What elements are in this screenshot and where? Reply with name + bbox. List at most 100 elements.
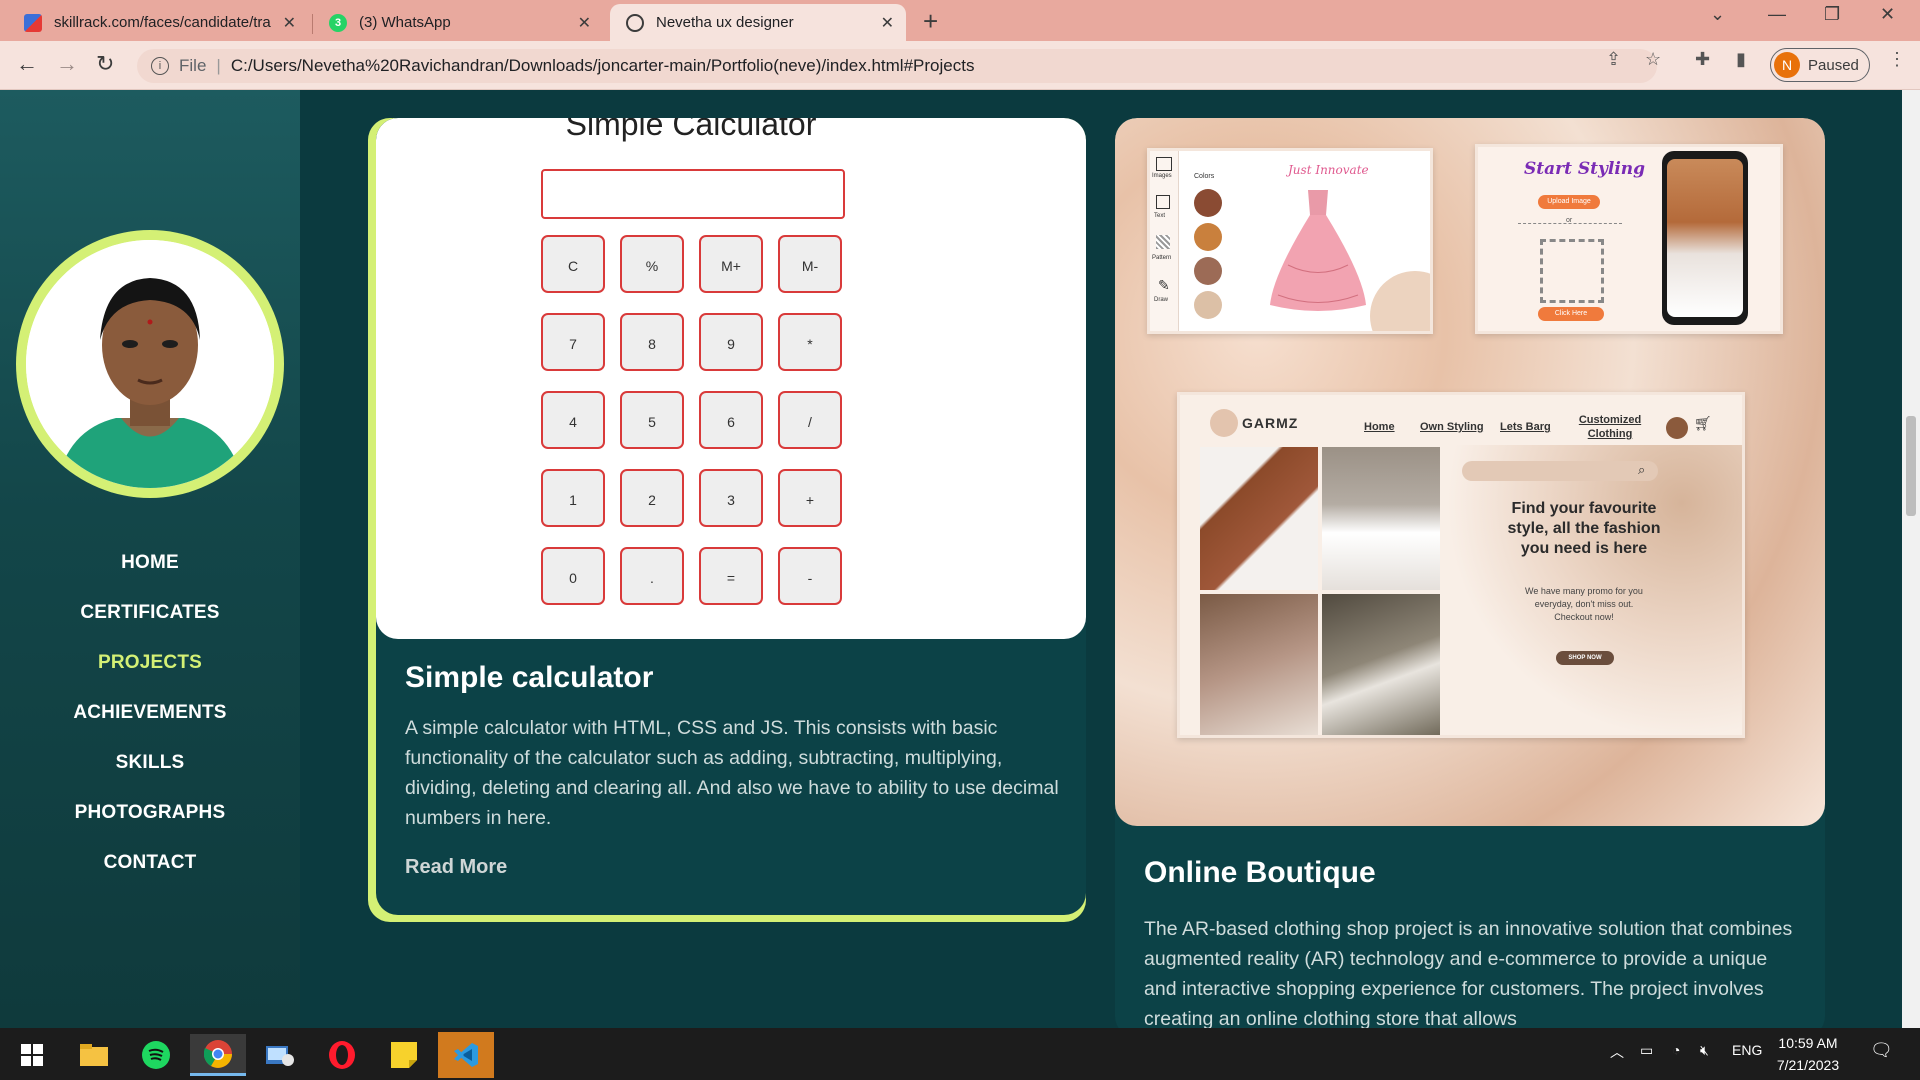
scrollbar-thumb[interactable] (1906, 416, 1916, 516)
nav-photographs[interactable]: PHOTOGRAPHS (0, 800, 300, 850)
sidebar: HOME CERTIFICATES PROJECTS ACHIEVEMENTS … (0, 90, 300, 1028)
styling-or: or (1566, 217, 1573, 224)
boutique-preview-image: Images Text Pattern ✎ Draw Colors Just I… (1115, 118, 1825, 826)
language-indicator[interactable]: ENG (1732, 1042, 1762, 1058)
restore-icon[interactable]: ❐ (1824, 4, 1840, 25)
portrait-illustration (26, 240, 274, 488)
vscode-icon[interactable] (438, 1032, 494, 1078)
project-description: A simple calculator with HTML, CSS and J… (405, 717, 1059, 829)
url-divider: | (216, 56, 221, 75)
new-tab-button[interactable]: + (923, 6, 938, 37)
show-hidden-icons-chevron-icon[interactable]: ︿ (1610, 1042, 1624, 1062)
wifi-icon[interactable]: ◔ (1672, 1042, 1680, 1058)
calculator-key: M+ (699, 235, 763, 293)
site-cart-icon: 🛒︎ (1694, 415, 1712, 431)
address-bar[interactable]: i File | C:/Users/Nevetha%20Ravichandran… (137, 49, 1657, 83)
calculator-key: 7 (541, 313, 605, 371)
read-more-link[interactable]: Read More (405, 856, 507, 879)
project-card-body: Simple Calculator C% M+ M- 7 8 9 * 4 5 6 / 1 2 3 +0. = -… (376, 118, 1086, 915)
browser-toolbar: ← → ↻ i File | C:/Users/Nevetha%20Ravich… (0, 41, 1920, 90)
tab-search-chevron-icon[interactable]: ⌄ (1710, 4, 1725, 25)
nav-certificates[interactable]: CERTIFICATES (0, 600, 300, 650)
nav-skills[interactable]: SKILLS (0, 750, 300, 800)
tab-skillrack[interactable]: skillrack.com/faces/candidate/tra ✕ (8, 4, 308, 41)
url-text[interactable]: C:/Users/Nevetha%20Ravichandran/Download… (231, 56, 975, 76)
calculator-key: % (620, 235, 684, 293)
site-headline: Find your favourite style, all the fashi… (1507, 500, 1661, 557)
site-nav-item: Own Styling (1420, 421, 1484, 433)
back-arrow-icon[interactable]: ← (16, 51, 38, 77)
url-scheme-label: File (179, 56, 207, 75)
dress-illustration (1270, 190, 1366, 311)
site-shop-now-button: SHOP NOW (1556, 651, 1614, 665)
nav-projects[interactable]: PROJECTS (0, 650, 300, 700)
nav-achievements[interactable]: ACHIEVEMENTS (0, 700, 300, 750)
calculator-key: 5 (620, 391, 684, 449)
spotify-icon[interactable] (128, 1034, 184, 1076)
clock-time: 10:59 AM (1778, 1035, 1838, 1051)
system-clock[interactable]: 10:59 AM 7/21/2023 (1760, 1032, 1856, 1076)
page-scrollbar[interactable] (1902, 90, 1920, 1028)
profile-photo-ring (16, 230, 284, 498)
browser-tab-strip: skillrack.com/faces/candidate/tra ✕ 3 (3… (0, 0, 1920, 41)
calculator-key: 4 (541, 391, 605, 449)
globe-icon (626, 13, 644, 32)
nav-contact[interactable]: CONTACT (0, 850, 300, 900)
chrome-icon[interactable] (190, 1034, 246, 1076)
project-title: Online Boutique (1144, 856, 1376, 889)
close-tab-icon[interactable]: ✕ (283, 13, 296, 33)
nav-home[interactable]: HOME (0, 550, 300, 600)
calculator-key: + (778, 469, 842, 527)
close-window-icon[interactable]: ✕ (1880, 4, 1895, 25)
site-info-icon[interactable]: i (151, 57, 169, 75)
tab-whatsapp[interactable]: 3 (3) WhatsApp ✕ (313, 4, 603, 41)
share-icon[interactable]: ⇪ (1606, 49, 1621, 70)
file-explorer-icon[interactable] (66, 1034, 122, 1076)
tab-nevetha[interactable]: Nevetha ux designer ✕ (610, 4, 906, 41)
main-nav: HOME CERTIFICATES PROJECTS ACHIEVEMENTS … (0, 550, 300, 900)
site-search-icon: ⌕ (1638, 462, 1646, 477)
profile-status: Paused (1808, 56, 1859, 74)
calculator-display (541, 169, 845, 219)
close-tab-icon[interactable]: ✕ (578, 13, 591, 33)
volume-muted-icon[interactable]: 🔇︎ (1700, 1042, 1709, 1059)
sticky-notes-icon[interactable] (376, 1034, 432, 1076)
extensions-icon[interactable]: ✚ (1695, 49, 1710, 70)
tab-title: skillrack.com/faces/candidate/tra (54, 14, 271, 31)
calculator-key: - (778, 547, 842, 605)
bookmark-star-icon[interactable]: ☆ (1645, 49, 1661, 70)
calculator-key: 2 (620, 469, 684, 527)
site-logo: GARMZ (1242, 415, 1299, 431)
styling-heading: Start Styling (1524, 159, 1646, 179)
forward-arrow-icon[interactable]: → (56, 51, 78, 77)
windows-start-icon[interactable] (4, 1034, 60, 1076)
site-nav-item: Home (1364, 421, 1395, 433)
profile-avatar: N (1774, 52, 1800, 78)
profile-button[interactable]: N Paused (1770, 48, 1870, 82)
control-panel-icon[interactable] (252, 1034, 308, 1076)
calculator-key: 9 (699, 313, 763, 371)
browser-menu-icon[interactable]: ⋮ (1888, 49, 1906, 70)
tab-title: Nevetha ux designer (656, 14, 794, 31)
design-editor-mockup: Images Text Pattern ✎ Draw Colors Just I… (1147, 148, 1433, 334)
clock-date: 7/21/2023 (1776, 1057, 1840, 1073)
calculator-key: 1 (541, 469, 605, 527)
close-tab-icon[interactable]: ✕ (881, 13, 894, 33)
colors-label: Colors (1194, 173, 1215, 180)
site-nav-item: Customized Clothing (1578, 414, 1642, 440)
side-panel-icon[interactable]: ▮ (1736, 49, 1746, 70)
calculator-key: . (620, 547, 684, 605)
calculator-heading: Simple Calculator (565, 118, 817, 142)
tool-label: Draw (1154, 297, 1169, 303)
reload-icon[interactable]: ↻ (96, 51, 114, 77)
opera-icon[interactable] (314, 1034, 370, 1076)
calculator-key: 3 (699, 469, 763, 527)
garmz-site-mockup: GARMZ Home Own Styling Lets Barg Customi… (1177, 392, 1745, 738)
notifications-icon[interactable]: 🗨︎ (1870, 1040, 1893, 1061)
battery-icon[interactable]: ▭ (1640, 1042, 1653, 1059)
minimize-icon[interactable]: — (1768, 4, 1786, 25)
tool-label: Images (1152, 173, 1172, 179)
site-photo-grid (1200, 447, 1440, 735)
click-here-button: Click Here (1538, 307, 1604, 321)
project-description: The AR-based clothing shop project is an… (1144, 918, 1793, 1028)
